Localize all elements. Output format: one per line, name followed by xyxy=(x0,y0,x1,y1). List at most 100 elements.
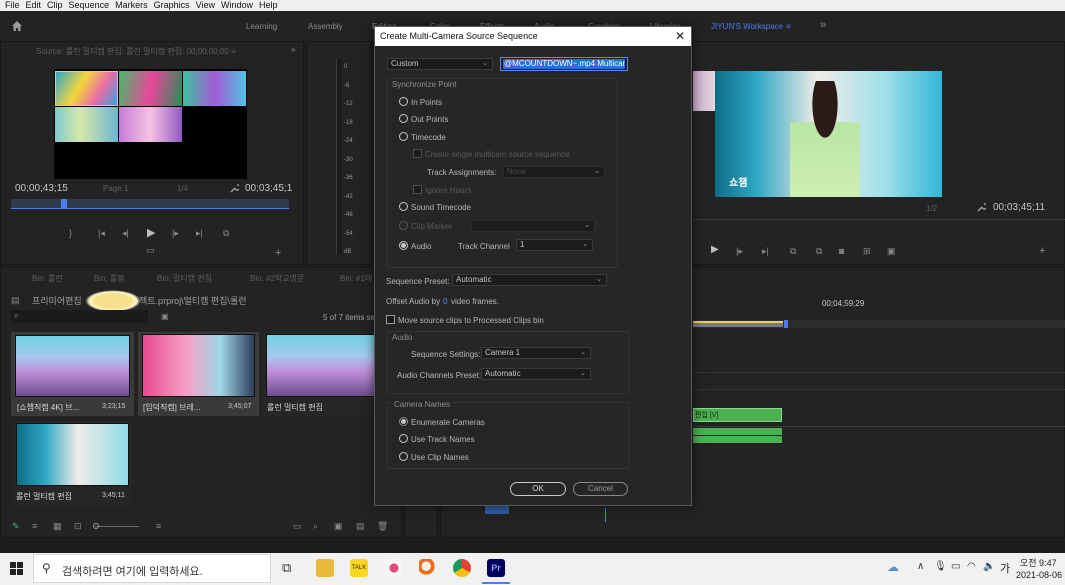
bin-item-card[interactable]: [쇼챔직캠 4K] 브... 3;23;15 xyxy=(11,332,134,416)
menu-clip[interactable]: Clip xyxy=(44,0,66,11)
timecode-radio[interactable] xyxy=(399,132,408,141)
multicam-angle-5[interactable] xyxy=(119,107,182,142)
new-bin-icon[interactable]: ▣ xyxy=(161,312,169,321)
clip-marker-dropdown[interactable]: ⌄ xyxy=(471,220,595,232)
workspace-overflow-icon[interactable]: » xyxy=(820,19,826,31)
move-source-checkbox[interactable] xyxy=(386,315,395,324)
timeline-playhead-line[interactable] xyxy=(605,508,606,522)
chevron-up-icon[interactable]: ∧ xyxy=(917,561,924,572)
bin-tab[interactable]: Bin: 롤팡 xyxy=(94,273,125,284)
icon-view-icon[interactable]: ▦ xyxy=(53,521,62,532)
battery-icon[interactable]: ▭ xyxy=(951,561,960,572)
export-frame-icon[interactable]: ▭ xyxy=(146,245,155,256)
sound-timecode-radio[interactable] xyxy=(399,202,408,211)
timeline-audio-clip[interactable] xyxy=(693,428,782,435)
work-area-bar[interactable] xyxy=(693,321,783,327)
step-back-icon[interactable]: ◂| xyxy=(122,228,129,239)
wrench-icon[interactable] xyxy=(229,183,239,193)
timeline-audio-clip[interactable] xyxy=(693,436,782,443)
offset-audio-value[interactable]: 0 xyxy=(443,297,447,306)
ime-indicator[interactable]: 가 xyxy=(1000,560,1010,576)
workspace-tab-assembly[interactable]: Assembly xyxy=(308,22,343,31)
find-icon[interactable]: ⌕ xyxy=(313,521,318,532)
source-time-ruler[interactable] xyxy=(11,199,289,209)
automate-icon[interactable]: ▭ xyxy=(293,521,302,532)
sequence-settings-dropdown[interactable]: Camera 1 ⌄ xyxy=(481,347,591,359)
multicam-icon[interactable]: ⊞ xyxy=(863,246,871,257)
bin-item-card[interactable]: [입덕직캠] 브레... 3;45;07 xyxy=(138,332,259,416)
audio-radio[interactable] xyxy=(399,241,408,250)
workspace-menu-icon[interactable]: ≡ xyxy=(786,22,791,31)
menu-graphics[interactable]: Graphics xyxy=(151,0,193,11)
bin-item-card[interactable]: 롤런 멀티캠 편집 xyxy=(263,332,379,416)
kakaotalk-icon[interactable]: TALK xyxy=(350,559,368,577)
timecode-label[interactable]: Timecode xyxy=(411,133,446,142)
enumerate-cameras-radio[interactable] xyxy=(399,417,408,426)
trash-icon[interactable]: 🗑 xyxy=(377,521,388,532)
bin-tab[interactable]: Bin: 멀티캠 편집 xyxy=(157,273,212,284)
clock-time[interactable]: 오전 9:47 xyxy=(1020,556,1057,569)
pencil-icon[interactable]: ✎ xyxy=(12,521,20,532)
camera-icon[interactable]: ◙ xyxy=(839,246,844,256)
out-points-radio[interactable] xyxy=(399,114,408,123)
bin-item-card[interactable]: 롤런 멀티캠 편집 3;45;11 xyxy=(13,421,132,506)
lift-icon[interactable]: ⧉ xyxy=(790,246,796,257)
zoom-slider[interactable] xyxy=(95,526,139,527)
menu-sequence[interactable]: Sequence xyxy=(66,0,113,11)
task-view-icon[interactable]: ⧉ xyxy=(282,560,291,576)
bin-tab[interactable]: Bin: 롤런 xyxy=(32,273,63,284)
bin-tab[interactable]: Bin: #2학교명문 xyxy=(250,273,304,284)
extract-icon[interactable]: ⧉ xyxy=(816,246,822,257)
panel-overflow-icon[interactable]: » xyxy=(291,45,295,54)
program-video-frame[interactable]: 쇼챔 xyxy=(715,71,942,197)
audio-label[interactable]: Audio xyxy=(411,242,431,251)
in-points-radio[interactable] xyxy=(399,97,408,106)
sequence-preset-dropdown[interactable]: Automatic ⌄ xyxy=(452,274,607,286)
step-forward-icon[interactable]: |▸ xyxy=(736,246,743,257)
capture-app-icon[interactable] xyxy=(385,559,403,577)
go-to-in-icon[interactable]: |◂ xyxy=(98,228,105,239)
timeline-video-clip[interactable]: 편집 [V] xyxy=(693,408,782,422)
wifi-icon[interactable]: ◠ xyxy=(967,561,976,572)
source-page[interactable]: Page 1 xyxy=(103,184,128,193)
move-source-label[interactable]: Move source clips to Processed Clips bin xyxy=(398,316,544,325)
source-video-frame[interactable] xyxy=(54,69,247,179)
use-clip-names-radio[interactable] xyxy=(399,452,408,461)
microphone-icon[interactable]: 🎙 xyxy=(934,561,947,572)
menu-markers[interactable]: Markers xyxy=(112,0,151,11)
use-clip-names-label[interactable]: Use Clip Names xyxy=(411,453,469,462)
ignore-hours-checkbox[interactable] xyxy=(413,185,422,194)
list-view-icon[interactable]: ≡ xyxy=(32,521,37,531)
source-fraction[interactable]: 1/4 xyxy=(177,184,188,193)
multicam-angle-1[interactable] xyxy=(55,71,118,106)
sort-icon[interactable]: ≡ xyxy=(156,521,161,531)
taskbar-search-input[interactable]: ⚲ 검색하려면 여기에 입력하세요. xyxy=(33,554,271,583)
out-points-label[interactable]: Out Points xyxy=(411,115,448,124)
create-single-checkbox[interactable] xyxy=(413,149,422,158)
zoom-slider-handle[interactable] xyxy=(93,523,99,529)
program-fraction[interactable]: 1/2 xyxy=(926,204,937,213)
multicam-angle-4[interactable] xyxy=(55,107,118,142)
multicam-angle-3[interactable] xyxy=(183,71,246,106)
new-item-icon[interactable]: ▤ xyxy=(356,521,365,532)
cancel-button[interactable]: Cancel xyxy=(573,482,628,496)
home-icon[interactable] xyxy=(11,20,23,32)
workspace-tab-learning[interactable]: Learning xyxy=(246,22,277,31)
timeline-playhead[interactable] xyxy=(784,320,788,328)
wrench-icon[interactable] xyxy=(976,202,986,212)
naming-dropdown[interactable]: Custom ⌄ xyxy=(387,58,493,70)
premiere-pro-icon[interactable]: Pr xyxy=(487,559,505,577)
search-app-icon[interactable] xyxy=(419,559,437,577)
step-forward-icon[interactable]: |▸ xyxy=(172,228,179,239)
menu-view[interactable]: View xyxy=(193,0,218,11)
volume-icon[interactable]: 🔈 xyxy=(983,561,995,572)
go-to-out-icon[interactable]: ▸| xyxy=(196,228,203,239)
menu-file[interactable]: File xyxy=(0,0,23,11)
add-button-icon[interactable]: + xyxy=(1039,245,1045,257)
windows-start-icon[interactable] xyxy=(10,562,23,575)
add-button-icon[interactable]: + xyxy=(275,247,281,259)
program-ruler[interactable] xyxy=(693,219,1065,220)
ok-button[interactable]: OK xyxy=(510,482,566,496)
bin-search-input[interactable]: ⌕ xyxy=(10,310,148,323)
in-points-label[interactable]: In Points xyxy=(411,98,442,107)
